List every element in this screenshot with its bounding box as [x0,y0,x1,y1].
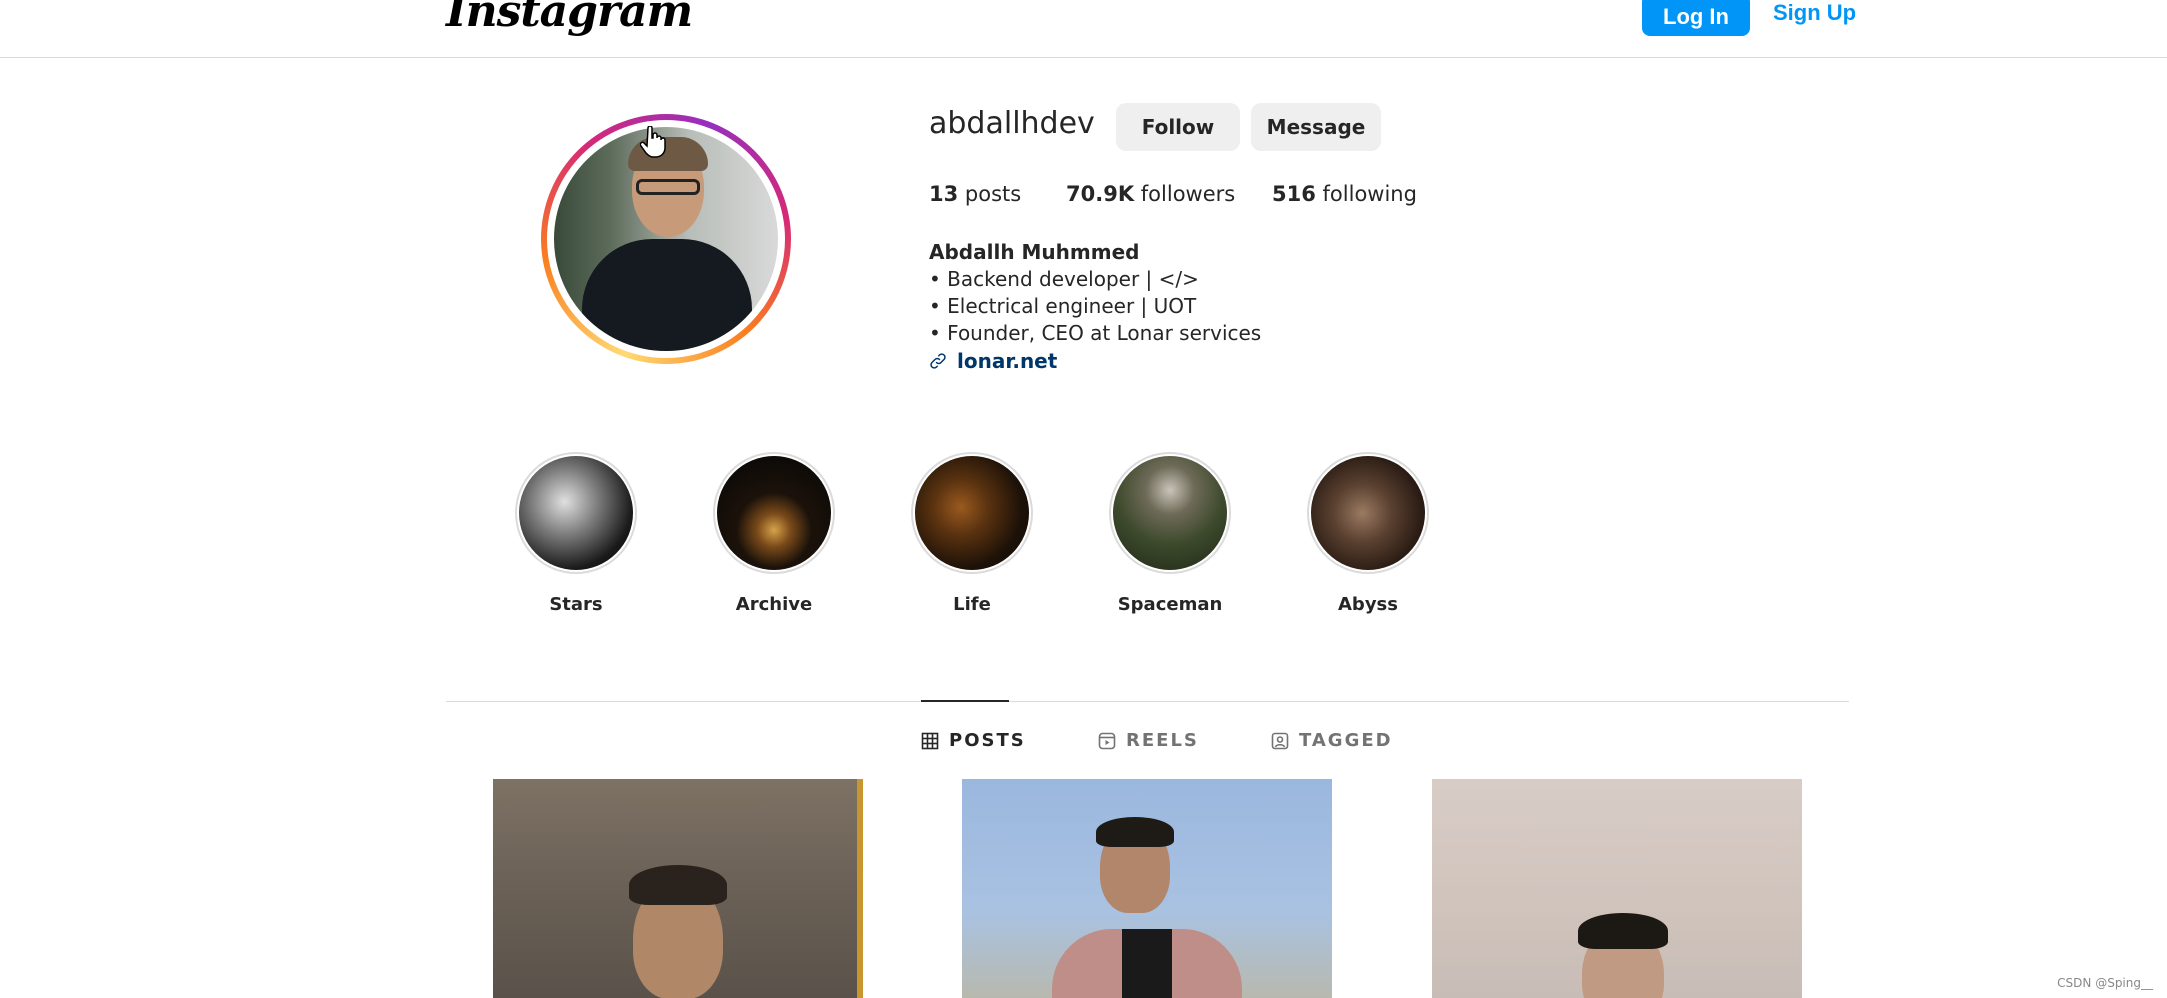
highlight-label: Abyss [1338,594,1398,615]
avatar-photo-torso [582,239,752,351]
following-count: 516 [1272,182,1316,206]
highlight-abyss[interactable]: Abyss [1305,452,1431,615]
bio-line: • Electrical engineer | UOT [929,294,1197,318]
watermark-text: CSDN @Sping__ [2057,976,2153,990]
tab-label: POSTS [949,730,1026,751]
avatar-photo-glasses [636,179,700,195]
highlight-ring [515,452,637,574]
tab-posts[interactable]: POSTS [921,730,1026,751]
follow-button[interactable]: Follow [1116,103,1240,151]
tab-tagged[interactable]: TAGGED [1271,730,1393,751]
highlight-label: Archive [735,594,813,615]
highlight-stars[interactable]: Stars [513,452,639,615]
followers-stat[interactable]: 70.9K followers [1066,182,1235,206]
highlight-spaceman[interactable]: Spaceman [1107,452,1233,615]
avatar-photo [554,127,778,351]
reels-icon [1098,732,1116,749]
highlight-archive[interactable]: Archive [711,452,837,615]
followers-label: followers [1140,182,1236,206]
profile-avatar[interactable] [541,114,791,364]
post-photo-hair [1578,913,1668,949]
posts-count: 13 [929,182,959,206]
active-tab-indicator [921,700,1009,702]
post-photo-hair [1096,817,1174,847]
post-thumbnail[interactable] [493,779,863,998]
highlight-cover [1311,456,1425,570]
message-button[interactable]: Message [1251,103,1381,151]
tab-label: REELS [1126,730,1199,751]
signup-link[interactable]: Sign Up [1773,0,1856,30]
highlight-cover [717,456,831,570]
bio-link-text: lonar.net [957,349,1058,373]
highlight-label: Spaceman [1117,594,1223,615]
post-photo-hair [629,865,727,905]
following-label: following [1322,182,1417,206]
instagram-logo[interactable]: Instagram [446,0,693,37]
tabs-divider [446,701,1849,702]
highlight-cover [915,456,1029,570]
tab-label: TAGGED [1299,730,1393,751]
tagged-icon [1271,732,1289,749]
highlight-label: Stars [549,594,603,615]
followers-count: 70.9K [1066,182,1135,206]
hand-cursor-icon [639,125,666,166]
posts-label: posts [964,182,1022,206]
highlight-ring [911,452,1033,574]
highlight-ring [1109,452,1231,574]
tab-reels[interactable]: REELS [1098,730,1199,751]
post-photo-edge [857,779,863,998]
bio-full-name: Abdallh Muhmmed [929,240,1140,264]
highlight-cover [519,456,633,570]
highlight-cover [1113,456,1227,570]
highlight-ring [1307,452,1429,574]
avatar-border [547,120,785,358]
highlight-ring [713,452,835,574]
bio-website-link[interactable]: lonar.net [929,349,1057,373]
highlight-life[interactable]: Life [909,452,1035,615]
top-nav-bar: Instagram Log In Sign Up [0,0,2167,58]
post-thumbnail[interactable] [962,779,1332,998]
highlight-label: Life [953,594,991,615]
grid-icon [921,732,939,749]
post-photo-shirt [1122,929,1172,998]
post-thumbnail[interactable] [1432,779,1802,998]
link-icon [930,353,946,369]
profile-username: abdallhdev [929,106,1095,141]
login-button[interactable]: Log In [1642,0,1750,36]
posts-count-stat: 13 posts [929,182,1021,206]
bio-line: • Backend developer | </> [929,267,1199,291]
bio-line: • Founder, CEO at Lonar services [929,321,1262,345]
following-stat[interactable]: 516 following [1272,182,1417,206]
